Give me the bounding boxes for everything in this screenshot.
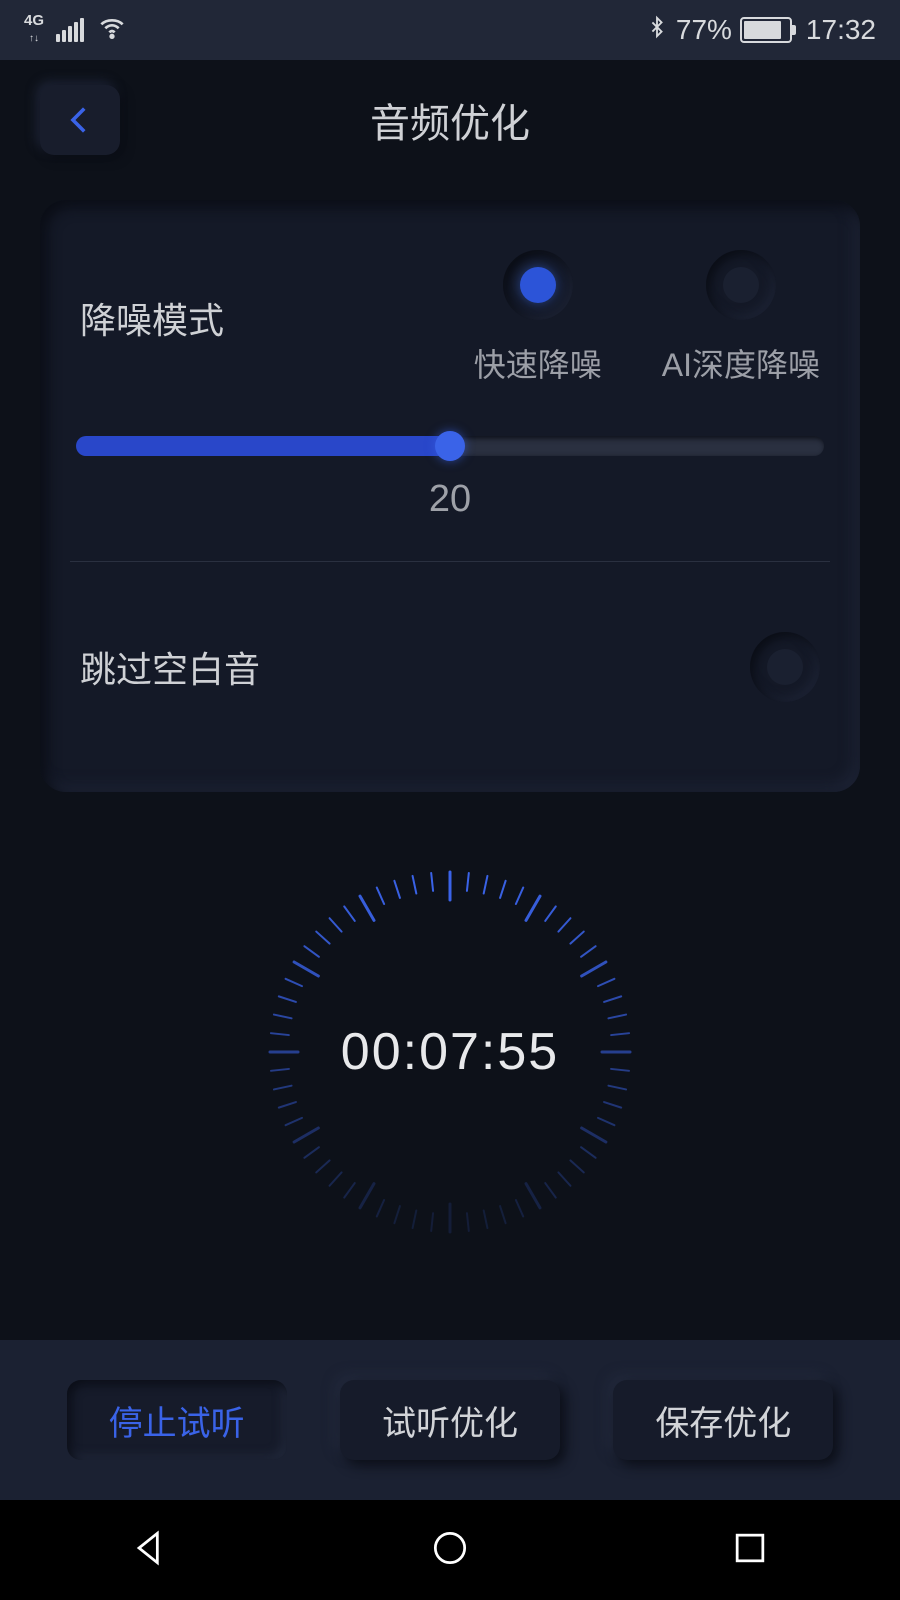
stop-preview-label: 停止试听 xyxy=(109,1396,245,1445)
chevron-left-icon xyxy=(63,103,97,137)
radio-ai-label: AI深度降噪 xyxy=(662,340,820,386)
slider-thumb-icon[interactable] xyxy=(435,431,465,461)
header: 音频优化 xyxy=(0,60,900,180)
radio-dot-icon xyxy=(767,649,803,685)
slider-track xyxy=(76,436,824,456)
noise-mode-options: 快速降噪 AI深度降噪 xyxy=(474,250,820,386)
timer-display: 00:07:55 xyxy=(341,1022,559,1082)
clock-time: 17:32 xyxy=(806,14,876,46)
nav-back-button[interactable] xyxy=(128,1526,172,1575)
status-left: 4G ↑↓ xyxy=(24,11,128,50)
divider xyxy=(70,561,830,562)
timer-area: 00:07:55 xyxy=(0,842,900,1262)
circle-home-icon xyxy=(428,1526,472,1570)
network-4g-icon: 4G ↑↓ xyxy=(24,12,44,48)
signal-bars-icon xyxy=(56,18,84,42)
square-recent-icon xyxy=(728,1526,772,1570)
status-bar: 4G ↑↓ 77% 17:32 xyxy=(0,0,900,60)
radio-ai-deep-denoise[interactable]: AI深度降噪 xyxy=(662,250,820,386)
timer-dial: 00:07:55 xyxy=(240,842,660,1262)
system-nav-bar xyxy=(0,1500,900,1600)
page-title: 音频优化 xyxy=(370,91,530,149)
battery-percent: 77% xyxy=(676,14,732,46)
skip-silence-label: 跳过空白音 xyxy=(80,641,260,693)
settings-card: 降噪模式 快速降噪 AI深度降噪 20 跳过空白音 xyxy=(40,200,860,792)
back-button[interactable] xyxy=(40,85,120,155)
triangle-back-icon xyxy=(128,1526,172,1570)
battery-icon xyxy=(740,17,792,43)
network-label: 4G xyxy=(24,12,44,30)
slider-value: 20 xyxy=(76,478,824,521)
save-optimize-label: 保存优化 xyxy=(655,1396,791,1445)
bluetooth-icon xyxy=(646,13,668,48)
noise-slider[interactable]: 20 xyxy=(70,436,830,521)
slider-fill xyxy=(76,436,450,456)
radio-dot-icon xyxy=(520,267,556,303)
action-bar: 停止试听 试听优化 保存优化 xyxy=(0,1340,900,1500)
status-right: 77% 17:32 xyxy=(646,13,876,48)
noise-mode-label: 降噪模式 xyxy=(80,292,224,344)
radio-fast-label: 快速降噪 xyxy=(474,340,602,386)
nav-home-button[interactable] xyxy=(428,1526,472,1575)
skip-silence-toggle[interactable] xyxy=(750,632,820,702)
wifi-icon xyxy=(96,11,128,50)
save-optimize-button[interactable]: 保存优化 xyxy=(613,1380,833,1460)
radio-fast-denoise[interactable]: 快速降噪 xyxy=(474,250,602,386)
preview-optimize-label: 试听优化 xyxy=(382,1396,518,1445)
stop-preview-button[interactable]: 停止试听 xyxy=(67,1380,287,1460)
noise-mode-row: 降噪模式 快速降噪 AI深度降噪 xyxy=(70,240,830,386)
skip-silence-row: 跳过空白音 xyxy=(70,602,830,752)
preview-optimize-button[interactable]: 试听优化 xyxy=(340,1380,560,1460)
radio-dot-icon xyxy=(723,267,759,303)
nav-recent-button[interactable] xyxy=(728,1526,772,1575)
